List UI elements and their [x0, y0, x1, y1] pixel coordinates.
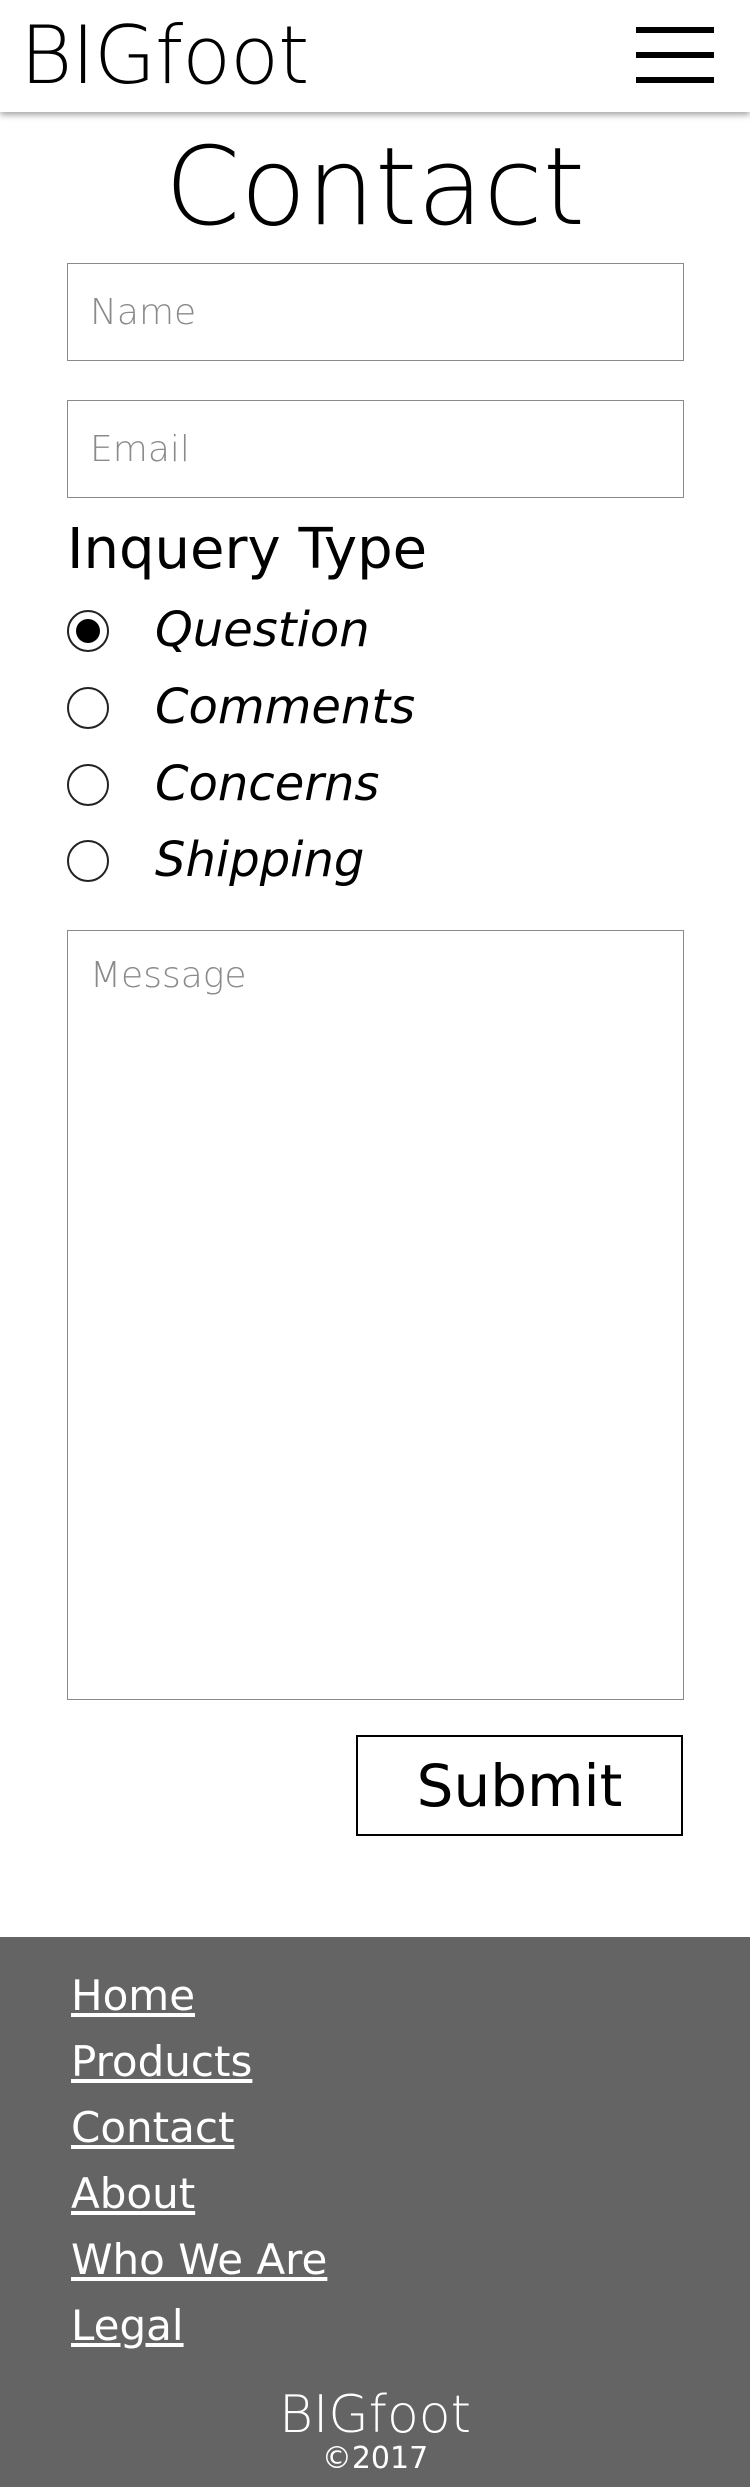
email-field[interactable] — [67, 400, 684, 498]
copyright-text: ©2017 — [321, 2441, 429, 2476]
radio-option-comments[interactable]: Comments — [67, 675, 567, 735]
radio-button[interactable] — [67, 764, 109, 806]
radio-label: Shipping — [155, 832, 365, 888]
radio-option-concerns[interactable]: Concerns — [67, 752, 567, 812]
radio-label: Concerns — [155, 756, 380, 812]
message-field[interactable] — [67, 930, 684, 1700]
footer-link-who-we-are[interactable]: Who We Are — [71, 2234, 327, 2286]
radio-button[interactable] — [67, 610, 109, 652]
page-title: Contact — [164, 125, 586, 250]
site-footer: Home Products Contact About Who We Are L… — [0, 1937, 750, 2487]
footer-logo: BIGfoot — [278, 2385, 471, 2445]
footer-link-home[interactable]: Home — [71, 1970, 195, 2022]
radio-button[interactable] — [67, 840, 109, 882]
footer-link-contact[interactable]: Contact — [71, 2102, 234, 2154]
radio-label: Comments — [155, 679, 416, 735]
radio-label: Question — [155, 602, 370, 658]
footer-link-products[interactable]: Products — [71, 2036, 252, 2088]
radio-option-shipping[interactable]: Shipping — [67, 828, 567, 888]
name-field[interactable] — [67, 263, 684, 361]
submit-button[interactable]: Submit — [356, 1735, 683, 1836]
footer-link-about[interactable]: About — [71, 2168, 195, 2220]
hamburger-menu-icon[interactable] — [630, 24, 718, 86]
radio-option-question[interactable]: Question — [67, 598, 567, 658]
inquiry-type-heading: Inquery Type — [67, 517, 428, 582]
footer-link-legal[interactable]: Legal — [71, 2300, 184, 2352]
menu-line — [636, 27, 714, 33]
site-logo[interactable]: BIGfoot — [20, 8, 309, 104]
radio-button[interactable] — [67, 687, 109, 729]
site-header: BIGfoot — [0, 0, 750, 112]
menu-line — [636, 77, 714, 83]
menu-line — [636, 52, 714, 58]
